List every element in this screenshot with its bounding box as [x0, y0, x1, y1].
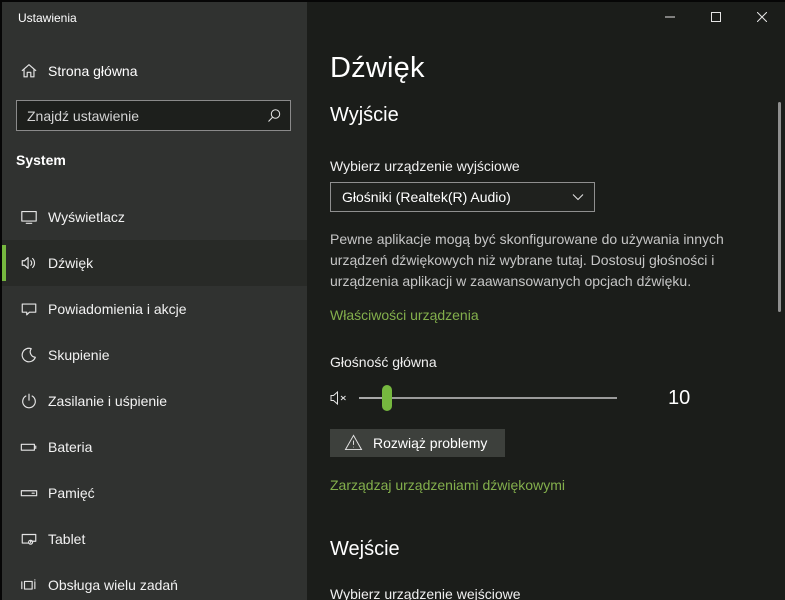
speaker-mute-icon[interactable]	[330, 389, 350, 407]
sidebar: Ustawienia Strona główna System	[2, 2, 307, 600]
settings-window: Ustawienia Strona główna System	[0, 0, 785, 600]
output-description: Pewne aplikacje mogą być skonfigurowane …	[330, 231, 724, 289]
sidebar-item-multitasking[interactable]: Obsługa wielu zadań	[2, 562, 307, 600]
window-controls	[647, 2, 785, 32]
page-title: Dźwięk	[330, 52, 425, 84]
volume-slider-thumb[interactable]	[382, 385, 392, 411]
storage-icon	[20, 490, 38, 497]
search-input[interactable]	[17, 107, 266, 124]
search-icon[interactable]	[266, 108, 282, 124]
sidebar-item-battery[interactable]: Bateria	[2, 424, 307, 470]
tablet-icon	[21, 533, 37, 545]
output-device-label: Wybierz urządzenie wyjściowe	[330, 158, 520, 174]
sidebar-item-storage[interactable]: Pamięć	[2, 470, 307, 516]
troubleshoot-button[interactable]: Rozwiąż problemy	[330, 429, 506, 457]
volume-value: 10	[668, 386, 691, 409]
input-section-title: Wejście	[330, 538, 400, 560]
notifications-icon	[21, 303, 37, 316]
volume-slider-fill	[359, 397, 382, 399]
minimize-button[interactable]	[647, 2, 693, 32]
device-properties-link[interactable]: Właściwości urządzenia	[330, 307, 479, 323]
power-icon	[22, 393, 36, 409]
sidebar-item-notifications[interactable]: Powiadomienia i akcje	[2, 286, 307, 332]
sidebar-section-system: System	[16, 152, 66, 168]
focus-moon-icon	[21, 347, 36, 363]
volume-slider-row: 10	[330, 383, 745, 413]
output-device-select[interactable]: Głośniki (Realtek(R) Audio)	[330, 182, 595, 212]
sidebar-item-focus[interactable]: Skupienie	[2, 332, 307, 378]
close-button[interactable]	[739, 2, 785, 32]
sidebar-item-tablet[interactable]: Tablet	[2, 516, 307, 562]
sidebar-nav: Wyświetlacz Dźwięk Powiadomienia i akcje	[2, 194, 307, 600]
sidebar-item-power[interactable]: Zasilanie i uśpienie	[2, 378, 307, 424]
speaker-icon	[21, 257, 35, 269]
sidebar-item-sound[interactable]: Dźwięk	[2, 240, 307, 286]
battery-icon	[20, 443, 37, 451]
selected-accent-bar	[2, 245, 6, 281]
input-device-label: Wybierz urządzenie wejściowe	[330, 586, 521, 600]
home-label: Strona główna	[48, 63, 138, 79]
sidebar-item-display[interactable]: Wyświetlacz	[2, 194, 307, 240]
maximize-button[interactable]	[693, 2, 739, 32]
home-icon	[21, 64, 37, 78]
search-box	[16, 100, 291, 131]
troubleshoot-label: Rozwiąż problemy	[373, 434, 488, 451]
window-title: Ustawienia	[18, 11, 77, 25]
multitasking-icon	[21, 579, 36, 590]
output-section-title: Wyjście	[330, 104, 399, 126]
master-volume-label: Głośność główna	[330, 354, 437, 370]
output-device-value: Głośniki (Realtek(R) Audio)	[342, 189, 511, 205]
chevron-down-icon	[572, 194, 584, 201]
volume-slider[interactable]	[359, 385, 617, 411]
main-panel: Dźwięk Wyjście Wybierz urządzenie wyjści…	[307, 2, 785, 600]
display-icon	[21, 211, 37, 224]
scrollbar-thumb[interactable]	[778, 102, 781, 312]
manage-sound-devices-link[interactable]: Zarządzaj urządzeniami dźwiękowymi	[330, 477, 565, 493]
warning-icon	[344, 434, 363, 451]
sidebar-item-home[interactable]: Strona główna	[2, 55, 307, 87]
